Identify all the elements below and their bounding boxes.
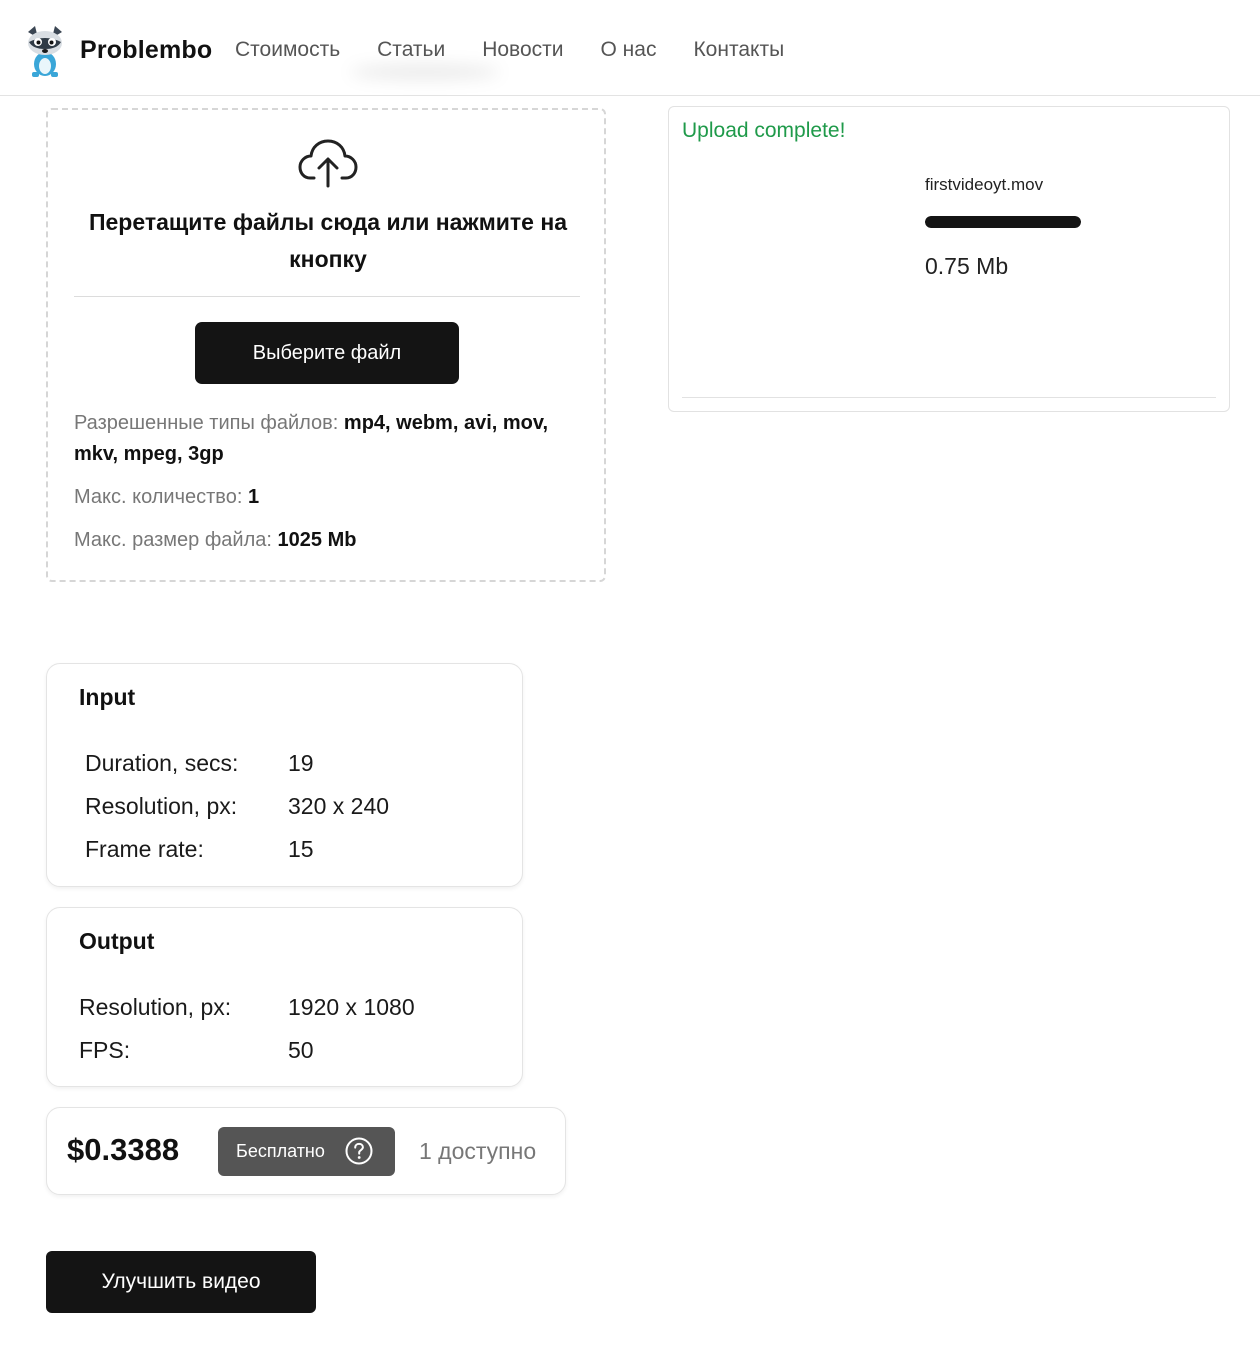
input-row-value: 19 xyxy=(288,750,314,776)
top-navbar: Problembo Стоимость Статьи Новости О нас… xyxy=(0,0,1260,96)
price-value: $0.3388 xyxy=(67,1132,180,1167)
cloud-upload-icon xyxy=(298,139,358,188)
input-row-label: Resolution, px: xyxy=(85,793,238,819)
max-count-info: Макс. количество: 1 xyxy=(74,482,259,513)
free-badge-label: Бесплатно xyxy=(236,1141,325,1161)
raccoon-logo-icon[interactable] xyxy=(22,24,68,78)
max-size-info: Макс. размер файла: 1025 Mb xyxy=(74,525,356,556)
input-row-value: 320 x 240 xyxy=(288,793,390,819)
uploaded-file-name: firstvideoyt.mov xyxy=(925,175,1044,194)
free-badge[interactable]: Бесплатно xyxy=(218,1127,395,1176)
dropzone-title: Перетащите файлы сюда или нажмите на кно… xyxy=(88,209,568,272)
output-row-label: Resolution, px: xyxy=(79,994,232,1020)
nav-link-pricing[interactable]: Стоимость xyxy=(235,38,340,62)
dropzone-divider xyxy=(74,296,580,297)
choose-file-button[interactable]: Выберите файл xyxy=(195,322,459,384)
input-row-value: 15 xyxy=(288,836,314,862)
nav-shadow xyxy=(350,64,500,80)
upload-status-text: Upload complete! xyxy=(682,119,846,142)
file-dropzone[interactable]: Перетащите файлы сюда или нажмите на кно… xyxy=(46,108,606,582)
output-row-value: 1920 x 1080 xyxy=(288,994,415,1020)
main-nav: Стоимость Статьи Новости О нас Контакты xyxy=(235,38,821,62)
status-divider xyxy=(682,397,1216,398)
input-row-label: Frame rate: xyxy=(85,836,204,862)
max-count-value: 1 xyxy=(247,486,260,508)
available-count: 1 доступно xyxy=(419,1138,537,1164)
brand-name[interactable]: Problembo xyxy=(80,36,212,65)
upload-progress-fill xyxy=(925,216,1081,228)
price-card: $0.3388 Бесплатно 1 доступно xyxy=(46,1107,566,1195)
nav-link-news[interactable]: Новости xyxy=(482,38,563,62)
allowed-types-label: Разрешенные типы файлов: xyxy=(74,412,339,434)
output-row-value: 50 xyxy=(288,1037,314,1063)
uploaded-file-size: 0.75 Mb xyxy=(925,253,1009,279)
max-count-label: Макс. количество: xyxy=(74,486,243,508)
output-card-title: Output xyxy=(79,928,155,954)
improve-video-button[interactable]: Улучшить видео xyxy=(46,1251,316,1313)
upload-progress-bar xyxy=(925,216,1081,228)
input-info-card: Input Duration, secs: 19 Resolution, px:… xyxy=(46,663,523,887)
output-info-card: Output Resolution, px: 1920 x 1080 FPS: … xyxy=(46,907,523,1087)
help-circle-icon[interactable] xyxy=(344,1136,374,1166)
upload-status-panel: Upload complete! firstvideoyt.mov 0.75 M… xyxy=(668,106,1230,412)
nav-link-contacts[interactable]: Контакты xyxy=(693,38,784,62)
max-size-label: Макс. размер файла: xyxy=(74,529,272,551)
output-row-label: FPS: xyxy=(79,1037,131,1063)
nav-link-about[interactable]: О нас xyxy=(601,38,657,62)
input-card-title: Input xyxy=(79,684,136,710)
max-size-value: 1025 Mb xyxy=(277,529,357,551)
nav-link-articles[interactable]: Статьи xyxy=(377,38,445,62)
input-row-label: Duration, secs: xyxy=(85,750,239,776)
allowed-types-info: Разрешенные типы файлов: mp4, webm, avi,… xyxy=(74,408,574,470)
